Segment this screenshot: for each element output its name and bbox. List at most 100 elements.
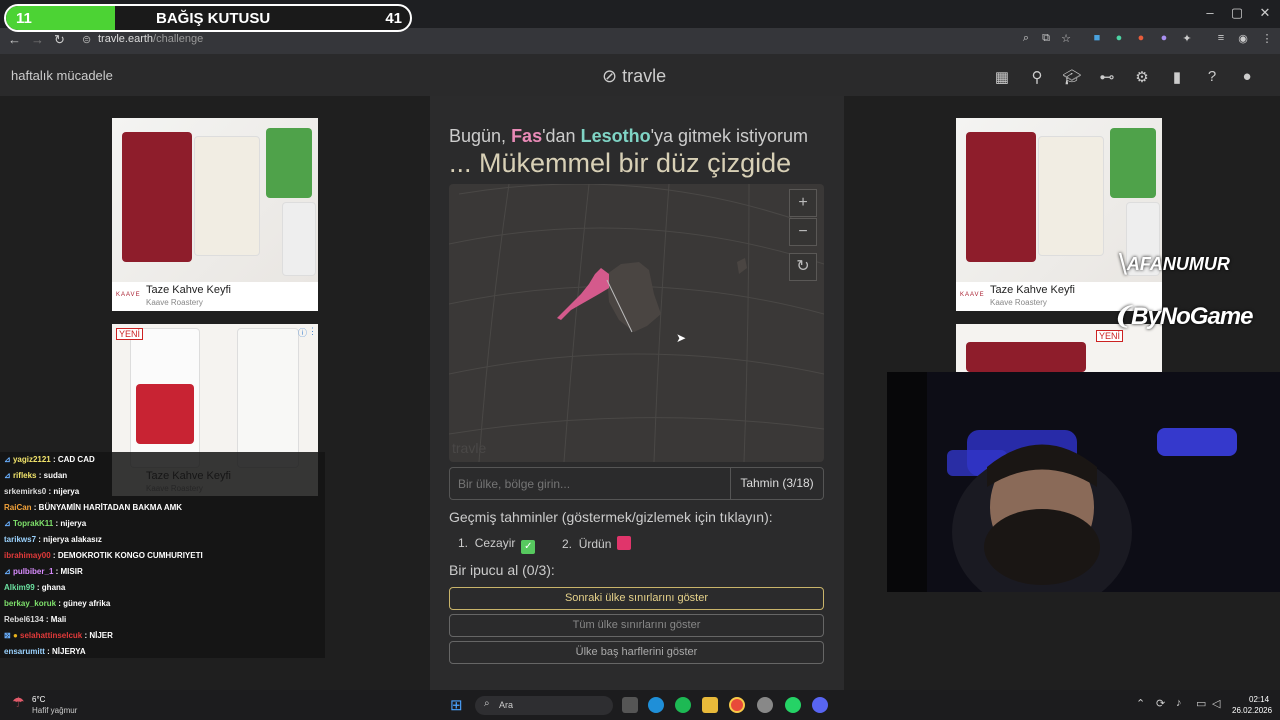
settings-gear-icon[interactable]: ⚙ [1131, 68, 1153, 86]
obs-icon[interactable] [757, 697, 773, 713]
microphone-icon[interactable]: ♪ [1176, 697, 1182, 709]
chat-username: Alkim99 [4, 583, 35, 592]
chat-text: güney afrika [63, 599, 111, 608]
guess-submit-button[interactable]: Tahmin (3/18) [730, 467, 824, 500]
ad-banner[interactable]: KAAVE Taze Kahve Keyfi Kaave Roastery [956, 118, 1162, 311]
discord-icon[interactable] [812, 697, 828, 713]
task-view-icon[interactable] [622, 697, 638, 713]
chat-message: ⊿ yagiz2121 : CAD CAD [4, 455, 95, 464]
extension-icon[interactable]: ■ [1088, 32, 1106, 44]
extensions-puzzle-icon[interactable]: ✦ [1178, 32, 1196, 45]
weather-icon[interactable]: ☂ [12, 694, 25, 711]
edge-browser-icon[interactable] [648, 697, 664, 713]
clock-time[interactable]: 02:14 [1249, 695, 1269, 704]
profile-icon[interactable]: ◉ [1234, 32, 1252, 45]
extension-icon[interactable]: ● [1110, 32, 1128, 44]
chat-message: ensarumitt : NİJERYA [4, 647, 86, 656]
chat-text: nijerya alakasız [43, 535, 102, 544]
site-info-icon[interactable]: ⊜ [82, 33, 91, 46]
back-arrow-icon[interactable]: ← [8, 32, 21, 47]
new-badge: YENİ [116, 328, 144, 340]
map-canvas[interactable] [449, 184, 824, 462]
calendar-icon[interactable]: ▦ [991, 68, 1013, 86]
chrome-browser-icon[interactable] [729, 697, 745, 713]
tray-sync-icon[interactable]: ⟳ [1156, 697, 1165, 710]
kick-logo-icon: ❨ [1112, 303, 1132, 330]
install-icon[interactable]: ⧉ [1037, 32, 1055, 45]
donation-title: BAĞIŞ KUTUSU [156, 10, 271, 27]
hint-title: Bir ipucu al (0/3): [449, 562, 555, 578]
hint-next-borders-button[interactable]: Sonraki ülke sınırlarını göster [449, 587, 824, 610]
hint-initials-button[interactable]: Ülke baş harflerini göster [449, 641, 824, 664]
windows-start-icon[interactable]: ⊞ [450, 696, 463, 714]
past-guesses-toggle[interactable]: Geçmiş tahminler (göstermek/gizlemek içi… [449, 509, 773, 525]
challenge-headline: Bugün, Fas'dan Lesotho'ya gitmek istiyor… [449, 126, 808, 147]
zoom-out-button[interactable]: − [789, 218, 817, 246]
chat-message: Alkim99 : ghana [4, 583, 66, 592]
spotify-icon[interactable] [675, 697, 691, 713]
headline-part2: 'dan [542, 126, 581, 146]
map-watermark: travle [452, 440, 487, 456]
x-logo-icon: ╲ [1116, 254, 1127, 274]
reading-list-icon[interactable]: ≡ [1212, 32, 1230, 44]
chat-message: srkemirks0 : nijerya [4, 487, 80, 496]
weather-temp[interactable]: 6°C [32, 695, 45, 704]
overlay-name-2: ByNoGame [1131, 303, 1253, 330]
chat-text: NİJERYA [52, 647, 86, 656]
hint-all-borders-button[interactable]: Tüm ülke sınırlarını göster [449, 614, 824, 637]
coffee-bag-image [1110, 128, 1156, 198]
ad-info-icon[interactable]: ⓘ [298, 326, 307, 339]
url-text[interactable]: travle.earth/challenge [98, 33, 203, 45]
coffee-bag-image [1038, 136, 1104, 256]
extension-icon[interactable]: ● [1132, 32, 1150, 44]
taskbar-search[interactable] [475, 696, 613, 715]
zoom-icon[interactable]: ⌕ [1017, 32, 1035, 45]
whatsapp-icon[interactable] [785, 697, 801, 713]
challenge-subheadline: ... Mükemmel bir düz çizgide [449, 148, 792, 178]
tray-chevron-icon[interactable]: ⌃ [1136, 697, 1145, 710]
network-icon[interactable]: ▭ [1196, 697, 1206, 710]
coffee-bag-image [266, 128, 312, 198]
past-guess-item: 2. Ürdün [562, 536, 632, 551]
forward-arrow-icon[interactable]: → [31, 32, 44, 47]
menu-kebab-icon[interactable]: ⋮ [1258, 32, 1276, 45]
minimize-icon[interactable]: – [1195, 5, 1225, 20]
reset-view-button[interactable]: ↻ [789, 253, 817, 281]
reload-icon[interactable]: ↻ [54, 32, 65, 48]
weekly-challenge-link[interactable]: haftalık mücadele [11, 68, 113, 83]
ad-subtitle: Kaave Roastery [146, 298, 203, 307]
bookmark-star-icon[interactable]: ☆ [1057, 32, 1075, 45]
close-window-icon[interactable]: ✕ [1250, 5, 1280, 21]
maximize-icon[interactable]: ▢ [1222, 5, 1252, 21]
file-explorer-icon[interactable] [702, 697, 718, 713]
chat-text: nijerya [60, 519, 87, 528]
extension-icon[interactable]: ● [1155, 32, 1173, 44]
weather-desc[interactable]: Hafif yağmur [32, 706, 77, 715]
ad-banner[interactable]: KAAVE Taze Kahve Keyfi Kaave Roastery [112, 118, 318, 311]
chat-badge-icon: ⊿ [4, 455, 13, 464]
ad-close-icon[interactable]: ⋮ [308, 326, 317, 337]
clock-date[interactable]: 26.02.2026 [1232, 706, 1272, 715]
stats-chart-icon[interactable]: ▮ [1166, 68, 1188, 86]
help-question-icon[interactable]: ? [1201, 68, 1223, 85]
gamepad-icon[interactable]: ⊷ [1096, 68, 1118, 86]
zoom-in-button[interactable]: + [789, 189, 817, 217]
ad-brand: KAAVE [960, 292, 985, 298]
stream-chat: ⊿ yagiz2121 : CAD CAD ⊿ rifleks : sudan … [0, 452, 325, 658]
donation-right-value: 41 [385, 10, 402, 27]
route-icon[interactable]: ⚲ [1026, 68, 1048, 86]
site-logo[interactable]: ⊘ travle [602, 66, 666, 87]
country-guess-input[interactable] [449, 467, 730, 500]
chat-text: CAD CAD [57, 455, 95, 464]
ad-banner[interactable]: YENİ [956, 324, 1162, 372]
chat-message: ⊿ pulbiber_1 : MISIR [4, 567, 83, 576]
volume-icon[interactable]: ◁ [1212, 697, 1220, 710]
chat-message: berkay_koruk : güney afrika [4, 599, 111, 608]
chat-message: ⊿ rifleks : sudan [4, 471, 68, 480]
graduation-cap-icon[interactable]: 🎓︎ [1061, 68, 1083, 86]
chat-username: srkemirks0 [4, 487, 47, 496]
coffee-bag-image [194, 136, 260, 256]
url-field[interactable] [76, 30, 1096, 52]
user-account-icon[interactable]: ● [1236, 68, 1258, 85]
chat-text: sudan [43, 471, 68, 480]
